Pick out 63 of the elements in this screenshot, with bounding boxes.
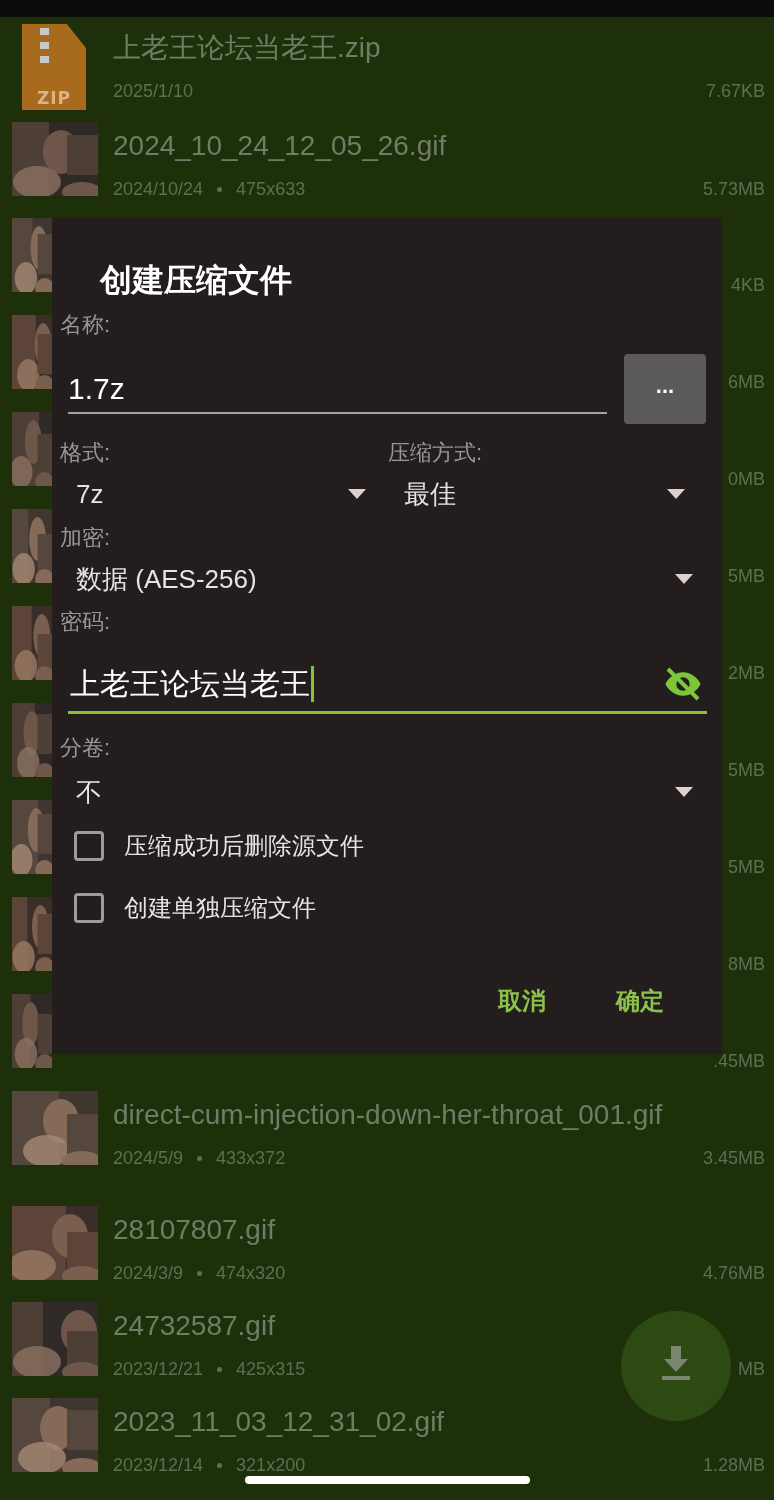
checkbox[interactable] <box>74 893 104 923</box>
file-date: 2024/5/9 <box>113 1147 184 1170</box>
file-size: 5MB <box>728 565 765 588</box>
file-size: 5MB <box>728 759 765 782</box>
file-name: 28107807.gif <box>113 1213 276 1247</box>
encryption-dropdown[interactable]: 数据 (AES-256) <box>60 558 693 600</box>
file-name: 上老王论坛当老王.zip <box>113 31 382 65</box>
file-size: 7.67KB <box>705 80 765 103</box>
download-icon <box>660 1346 692 1380</box>
separator-dot <box>217 186 223 192</box>
image-dimensions: 321x200 <box>236 1454 306 1477</box>
file-size: 5MB <box>728 856 765 879</box>
file-size: MB <box>738 1358 765 1381</box>
file-size: 2MB <box>728 662 765 685</box>
field-label: 加密: <box>60 524 112 552</box>
file-name: 24732587.gif <box>113 1309 276 1343</box>
file-name: 2024_10_24_12_05_26.gif <box>113 129 448 163</box>
file-size: 6MB <box>728 371 765 394</box>
name-field[interactable]: 1.7z <box>68 354 607 414</box>
file-size: 4.76MB <box>702 1262 765 1285</box>
file-date: 2023/12/14 <box>113 1454 204 1477</box>
separator-dot <box>197 1155 203 1161</box>
separator-dot <box>217 1366 223 1372</box>
file-name: 2023_11_03_12_31_02.gif <box>113 1405 446 1439</box>
format-dropdown[interactable]: 7z <box>60 473 366 515</box>
file-date: 2024/3/9 <box>113 1262 184 1285</box>
image-dimensions: 475x633 <box>236 178 306 201</box>
field-label: 名称: <box>60 311 112 339</box>
method-dropdown[interactable]: 最佳 <box>388 473 685 515</box>
zip-file-icon: ZIP <box>22 24 86 110</box>
separator-dot <box>217 1462 223 1468</box>
field-label: 密码: <box>60 608 112 636</box>
field-label: 分卷: <box>60 734 112 762</box>
caret-icon <box>667 489 685 499</box>
file-size: 0MB <box>728 468 765 491</box>
file-size: .45MB <box>712 1050 765 1073</box>
file-size: 5.73MB <box>702 178 765 201</box>
checkbox[interactable] <box>74 831 104 861</box>
image-dimensions: 425x315 <box>236 1358 306 1381</box>
file-size: 8MB <box>728 953 765 976</box>
field-label: 压缩方式: <box>388 439 484 467</box>
password-field[interactable]: 上老王论坛当老王 <box>68 656 707 714</box>
separator-dot <box>197 1270 203 1276</box>
file-date: 2024/10/24 <box>113 178 204 201</box>
browse-button[interactable]: ... <box>624 354 706 424</box>
option-label: 创建单独压缩文件 <box>124 893 316 923</box>
file-date: 2025/1/10 <box>113 80 194 103</box>
file-size: 1.28MB <box>702 1454 765 1477</box>
option-label: 压缩成功后删除源文件 <box>124 831 364 861</box>
caret-icon <box>675 574 693 584</box>
file-size: 3.45MB <box>702 1147 765 1170</box>
dialog-button[interactable]: 取消 <box>498 977 546 1025</box>
dialog-title: 创建压缩文件 <box>98 261 293 300</box>
field-label: 格式: <box>60 439 112 467</box>
file-size: 4KB <box>730 274 765 297</box>
dialog-button[interactable]: 确定 <box>616 977 664 1025</box>
image-dimensions: 433x372 <box>216 1147 286 1170</box>
file-date: 2023/12/21 <box>113 1358 204 1381</box>
caret-icon <box>348 489 366 499</box>
caret-icon <box>675 787 693 797</box>
file-name: direct-cum-injection-down-her-throat_001.gif <box>113 1098 664 1132</box>
image-dimensions: 474x320 <box>216 1262 286 1285</box>
split-dropdown[interactable]: 不 <box>60 771 693 813</box>
